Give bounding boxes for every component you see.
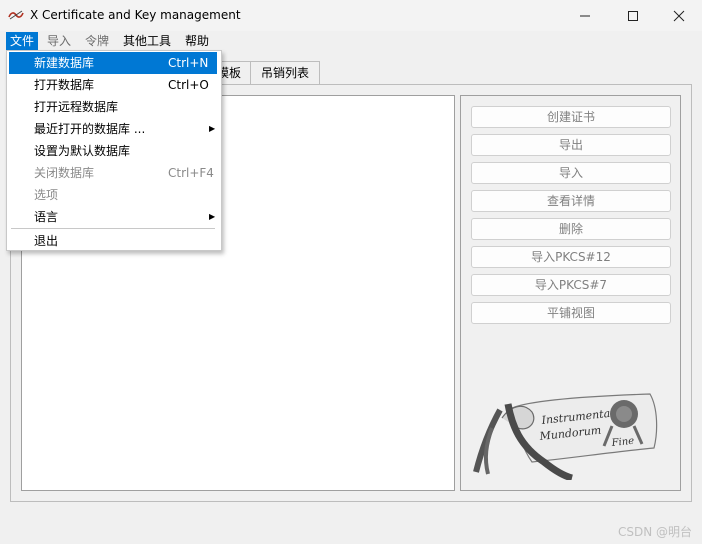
import-pkcs12-button[interactable]: 导入PKCS#12: [471, 246, 671, 268]
menu-item-shortcut: Ctrl+N: [168, 56, 209, 70]
menu-item-label: 新建数据库: [34, 56, 95, 70]
menu-item-options[interactable]: 选项: [9, 184, 217, 206]
app-icon: [8, 10, 24, 20]
close-icon: [673, 10, 685, 21]
watermark: CSDN @明台: [618, 525, 693, 539]
maximize-icon: [628, 10, 638, 21]
menu-item-shortcut: Ctrl+O: [168, 78, 209, 92]
menu-import[interactable]: 导入: [43, 32, 75, 50]
window-title: X Certificate and Key management: [30, 8, 241, 22]
scroll-seal-logo: Instrumenta Mundorum Fine: [473, 393, 658, 480]
import-pkcs7-button[interactable]: 导入PKCS#7: [471, 274, 671, 296]
menu-item-exit[interactable]: 退出: [9, 230, 217, 252]
menu-item-label: 打开数据库: [34, 78, 95, 92]
submenu-arrow-icon: ▶: [209, 124, 216, 133]
menu-item-language[interactable]: 语言 ▶: [9, 206, 217, 228]
tab-crl[interactable]: 吊销列表: [250, 61, 321, 84]
minimize-button[interactable]: [562, 0, 608, 31]
menu-item-recent-databases[interactable]: 最近打开的数据库 ... ▶: [9, 118, 217, 140]
menu-item-open-database[interactable]: 打开数据库 Ctrl+O: [9, 74, 217, 96]
create-certificate-button[interactable]: 创建证书: [471, 106, 671, 128]
menu-separator: [11, 228, 215, 229]
menu-item-label: 设置为默认数据库: [34, 144, 131, 158]
menu-item-set-default-database[interactable]: 设置为默认数据库: [9, 140, 217, 162]
menu-file[interactable]: 文件: [6, 32, 39, 50]
maximize-button[interactable]: [610, 0, 656, 31]
menu-token[interactable]: 令牌: [81, 32, 113, 50]
menu-help[interactable]: 帮助: [181, 32, 213, 50]
menu-item-label: 最近打开的数据库 ...: [34, 122, 146, 136]
title-bar: X Certificate and Key management: [0, 0, 702, 31]
import-button[interactable]: 导入: [471, 162, 671, 184]
tile-view-button[interactable]: 平铺视图: [471, 302, 671, 324]
submenu-arrow-icon: ▶: [209, 212, 216, 221]
view-details-button[interactable]: 查看详情: [471, 190, 671, 212]
menu-item-label: 选项: [34, 188, 59, 202]
menu-item-label: 语言: [34, 210, 59, 224]
menu-item-new-database[interactable]: 新建数据库 Ctrl+N: [9, 52, 217, 74]
close-button[interactable]: [656, 0, 702, 31]
menu-item-label: 关闭数据库: [34, 166, 95, 180]
export-button[interactable]: 导出: [471, 134, 671, 156]
menu-item-close-database[interactable]: 关闭数据库 Ctrl+F4: [9, 162, 217, 184]
minimize-icon: [580, 15, 590, 16]
menu-item-open-remote-database[interactable]: 打开远程数据库: [9, 96, 217, 118]
menu-bar: 文件 导入 令牌 其他工具 帮助: [0, 31, 702, 51]
menu-item-shortcut: Ctrl+F4: [168, 166, 214, 180]
file-menu-dropdown: 新建数据库 Ctrl+N 打开数据库 Ctrl+O 打开远程数据库 最近打开的数…: [6, 50, 222, 251]
tab-label: 吊销列表: [261, 66, 310, 80]
delete-button[interactable]: 删除: [471, 218, 671, 240]
menu-item-label: 退出: [34, 234, 59, 248]
menu-other-tools[interactable]: 其他工具: [119, 32, 175, 50]
menu-item-label: 打开远程数据库: [34, 100, 119, 114]
